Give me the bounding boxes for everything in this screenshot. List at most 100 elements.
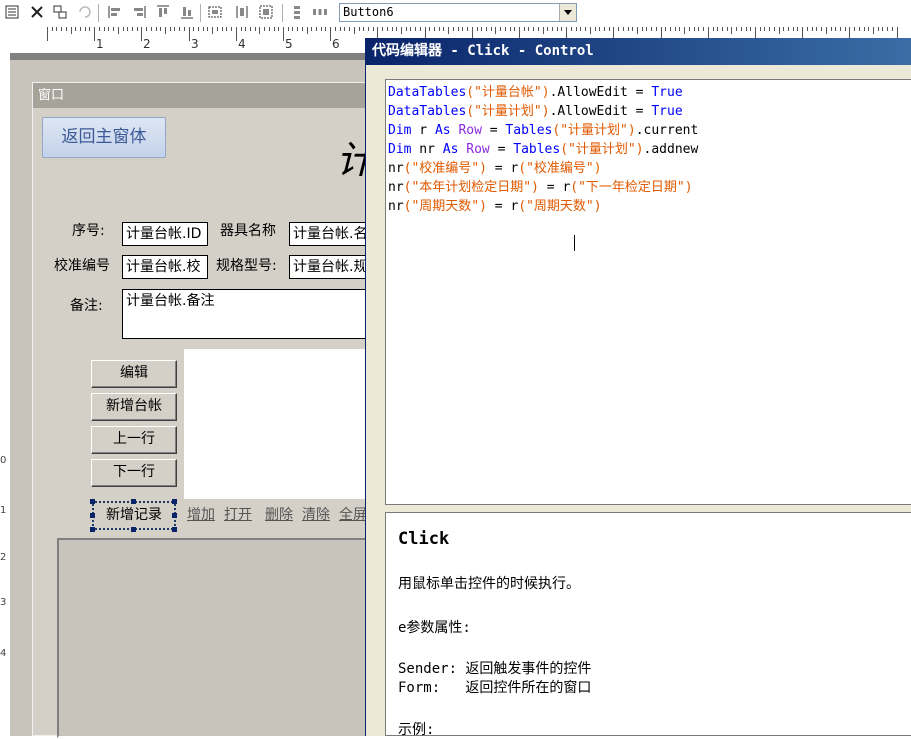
align-bottom-icon[interactable]: [179, 4, 195, 20]
resize-handle[interactable]: [131, 499, 136, 504]
ruler-tick: [505, 27, 506, 31]
ruler-tick: [146, 27, 147, 31]
ruler-tick: [528, 27, 529, 31]
ruler-tick: [698, 27, 699, 31]
resize-handle[interactable]: [172, 513, 177, 518]
ruler-tick: [779, 27, 780, 34]
link-add[interactable]: 增加: [187, 504, 215, 524]
ruler-tick: [415, 27, 416, 31]
designed-form-window[interactable]: 窗口 返回主窗体 计 序号: 计量台帐.ID 器具名称 计量台帐.名 校准编号 …: [32, 82, 377, 738]
ruler-tick: [859, 27, 860, 31]
ruler-tick: [547, 27, 548, 31]
resize-handle[interactable]: [90, 527, 95, 532]
help-form: Form: 返回控件所在的窗口: [398, 680, 592, 696]
form-title-bar: 窗口: [33, 83, 373, 108]
ruler-tick: [665, 27, 666, 31]
ruler-tick: [104, 27, 105, 31]
ruler-tick: [151, 27, 152, 31]
ruler-tick: [89, 27, 90, 31]
align-left-icon[interactable]: [107, 4, 123, 20]
spec-field[interactable]: 计量台帐.规: [289, 255, 373, 279]
delete-icon[interactable]: [29, 4, 45, 20]
name-field[interactable]: 计量台帐.名: [289, 222, 373, 246]
list-box[interactable]: [184, 349, 374, 499]
code-token: ("校准编号"): [403, 161, 487, 176]
ruler-tick: [533, 27, 534, 31]
properties-icon[interactable]: [4, 4, 20, 20]
note-field[interactable]: 计量台帐.备注: [122, 289, 374, 339]
code-line: Dim r As Row = Tables("计量计划").current: [388, 119, 698, 138]
control-selector-combo[interactable]: Button6: [339, 3, 577, 22]
undo-icon[interactable]: [76, 4, 92, 20]
ruler-tick: [571, 27, 572, 31]
align-top-icon[interactable]: [155, 4, 171, 20]
ruler-tick: [61, 27, 62, 31]
same-height-icon[interactable]: [234, 4, 250, 20]
prev-row-button[interactable]: 上一行: [91, 426, 177, 454]
ruler-tick: [609, 27, 610, 31]
code-token: .AllowEdit =: [549, 85, 652, 100]
edit-button[interactable]: 编辑: [91, 360, 177, 388]
code-token: ("周期天数"): [518, 199, 602, 214]
distribute-horizontal-icon[interactable]: [312, 4, 328, 20]
seq-field[interactable]: 计量台帐.ID: [122, 222, 208, 246]
resize-handle[interactable]: [172, 527, 177, 532]
link-fullscreen[interactable]: 全屏: [339, 504, 367, 524]
ruler-tick: [675, 27, 676, 31]
link-clear[interactable]: 清除: [302, 504, 330, 524]
ruler-tick: [349, 27, 350, 31]
ruler-tick: [226, 27, 227, 31]
ruler-tick: [552, 27, 553, 31]
link-open[interactable]: 打开: [224, 504, 252, 524]
ruler-tick: [359, 27, 360, 31]
return-main-button[interactable]: 返回主窗体: [42, 117, 166, 158]
new-record-button[interactable]: 新增记录: [92, 501, 176, 530]
group-icon[interactable]: [258, 4, 274, 20]
resize-handle[interactable]: [90, 499, 95, 504]
ruler-tick: [66, 27, 67, 31]
resize-handle[interactable]: [172, 499, 177, 504]
ruler-tick: [392, 27, 393, 31]
ruler-tick: [679, 27, 680, 31]
ruler-tick: [632, 27, 633, 31]
ruler-tick: [396, 27, 397, 31]
ruler-tick: [325, 27, 326, 31]
resize-handle[interactable]: [131, 527, 136, 532]
next-row-button[interactable]: 下一行: [91, 459, 177, 487]
add-ledger-button[interactable]: 新增台帐: [91, 393, 177, 421]
code-text-area[interactable]: DataTables("计量台帐").AllowEdit = True DataT…: [385, 79, 911, 505]
code-token: .current: [635, 123, 699, 138]
ruler-tick: [259, 27, 260, 34]
ruler-tick: [831, 27, 832, 31]
resize-handle[interactable]: [90, 513, 95, 518]
ruler-tick: [410, 27, 411, 31]
table-grid[interactable]: [57, 538, 377, 738]
link-delete[interactable]: 删除: [265, 504, 293, 524]
code-editor-window[interactable]: 代码编辑器 - Click - Control DataTables("计量台帐…: [365, 38, 911, 738]
ruler-tick: [510, 27, 511, 31]
ruler-tick: [453, 27, 454, 31]
ruler-number: 4: [238, 37, 246, 51]
calib-field[interactable]: 计量台帐.校: [122, 255, 208, 279]
chevron-down-icon[interactable]: [559, 4, 576, 21]
calib-label: 校准编号: [54, 258, 110, 274]
code-line: nr("周期天数") = r("周期天数"): [388, 195, 602, 214]
text-caret: [574, 235, 575, 251]
ruler-tick: [127, 27, 128, 31]
ruler-tick: [85, 27, 86, 31]
seq-label: 序号:: [72, 223, 105, 239]
ruler-tick: [330, 27, 331, 41]
designer-toolbar: Button6: [0, 0, 911, 28]
align-right-icon[interactable]: [131, 4, 147, 20]
same-size-icon[interactable]: [207, 4, 223, 20]
ruler-tick: [864, 27, 865, 31]
distribute-vertical-icon[interactable]: [289, 4, 305, 20]
ruler-tick: [892, 27, 893, 31]
ruler-tick: [203, 27, 204, 31]
ruler-tick: [670, 27, 671, 31]
ruler-tick: [628, 27, 629, 31]
copy-format-icon[interactable]: [52, 4, 68, 20]
ruler-tick: [236, 27, 237, 41]
ruler-tick: [491, 27, 492, 31]
code-token: Row: [458, 123, 482, 138]
